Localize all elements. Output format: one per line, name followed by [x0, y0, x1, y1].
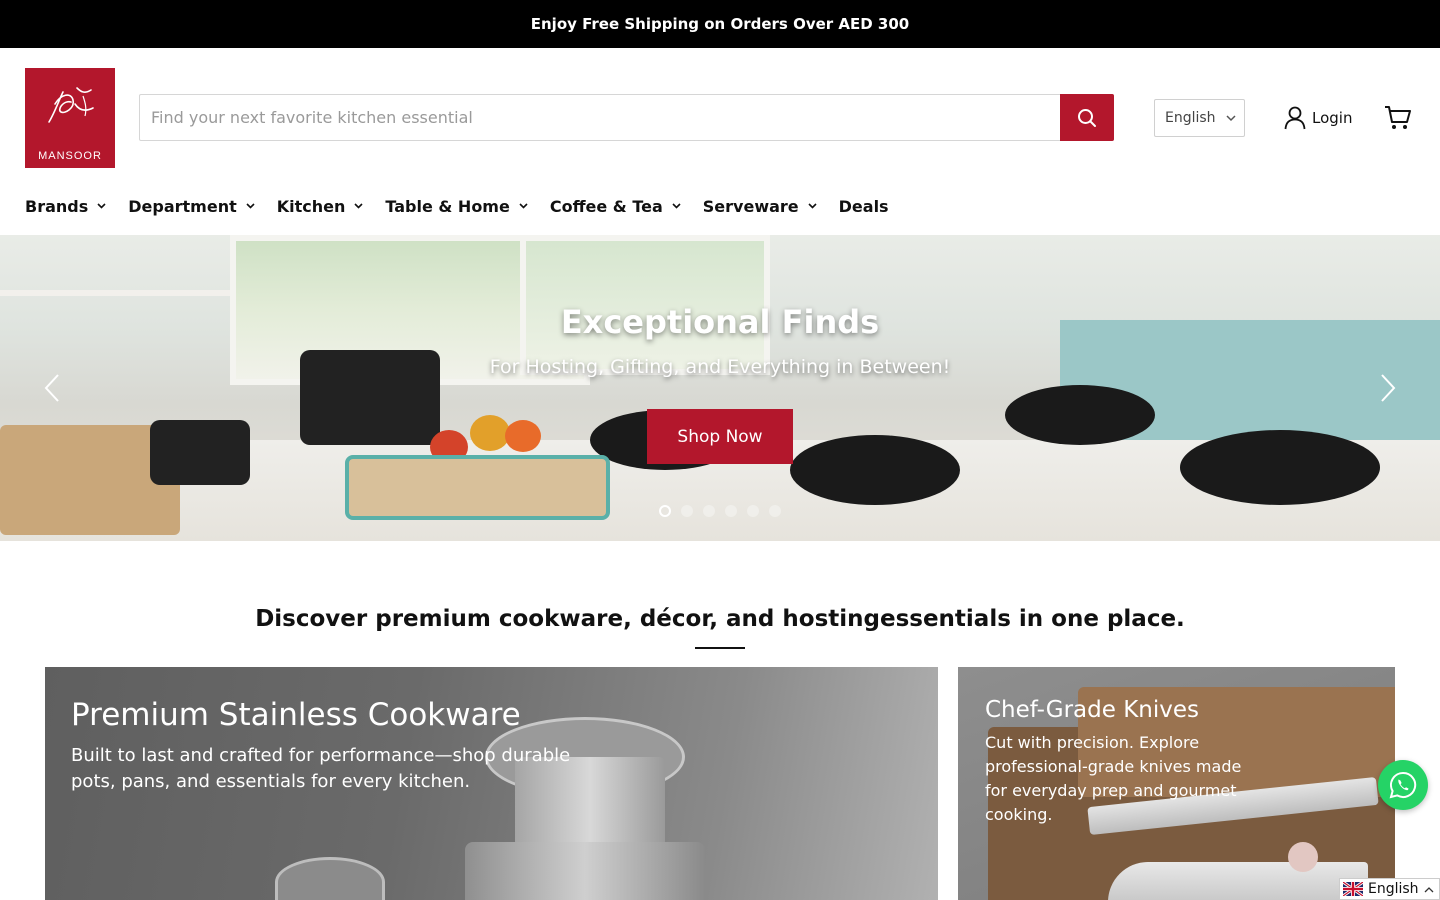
chevron-down-icon — [97, 203, 106, 209]
nav-item-label: Kitchen — [276, 196, 346, 216]
hero-slideshow: Exceptional Finds For Hosting, Gifting, … — [0, 235, 1440, 541]
hero-cutting-board-decor — [345, 455, 610, 520]
nav-item-table-home[interactable]: Table & Home — [385, 196, 528, 216]
chevron-down-icon — [672, 203, 681, 209]
chevron-right-icon — [1381, 374, 1396, 402]
chevron-down-icon — [1226, 114, 1236, 121]
nav-item-label: Serveware — [702, 196, 799, 216]
chevron-down-icon — [519, 203, 528, 209]
chevron-up-icon — [1424, 886, 1434, 892]
promo-card-title: Premium Stainless Cookware — [71, 697, 521, 733]
hero-pan-decor — [1180, 430, 1380, 505]
search-button[interactable] — [1060, 94, 1114, 141]
promo-card-description: Cut with precision. Explore professional… — [985, 733, 1242, 824]
promo-card-description: Built to last and crafted for performanc… — [71, 745, 571, 792]
login-label: Login — [1312, 109, 1353, 127]
brand-logo[interactable]: MANSOOR — [25, 68, 115, 168]
language-select[interactable]: English — [1154, 99, 1245, 137]
nav-item-label: Brands — [25, 196, 89, 216]
language-select-value: English — [1165, 110, 1216, 126]
promo-card-cookware[interactable]: Premium Stainless Cookware Built to last… — [45, 667, 938, 900]
section-tagline: Discover premium cookware, décor, and ho… — [255, 606, 1185, 632]
hero-pan-decor — [790, 435, 960, 505]
nav-item-label: Table & Home — [385, 196, 510, 216]
hero-pan-decor — [1005, 385, 1155, 445]
uk-flag-icon — [1343, 882, 1363, 896]
chevron-down-icon — [246, 203, 255, 209]
hero-prev-button[interactable] — [40, 372, 64, 404]
hero-dot[interactable] — [703, 505, 715, 517]
site-header: MANSOOR English Login — [0, 48, 1440, 188]
nav-item-deals[interactable]: Deals — [839, 197, 889, 216]
hero-dot[interactable] — [769, 505, 781, 517]
nav-item-department[interactable]: Department — [128, 196, 255, 216]
promo-card-title: Chef-Grade Knives — [985, 697, 1199, 723]
nav-item-label: Deals — [838, 196, 889, 216]
shop-now-button[interactable]: Shop Now — [647, 409, 793, 464]
nav-item-label: Department — [128, 196, 237, 216]
user-icon — [1284, 106, 1306, 130]
hero-pagination — [659, 505, 781, 517]
whatsapp-button[interactable] — [1378, 760, 1428, 810]
nav-item-label: Coffee & Tea — [549, 196, 663, 216]
logo-text: MANSOOR — [38, 150, 102, 162]
hero-subtitle: For Hosting, Gifting, and Everything in … — [489, 356, 951, 378]
cookware-image-decor — [275, 857, 385, 900]
chevron-down-icon — [808, 203, 817, 209]
nav-item-coffee-tea[interactable]: Coffee & Tea — [550, 197, 681, 216]
hero-tomato-decor — [505, 420, 541, 452]
hero-next-button[interactable] — [1376, 372, 1400, 404]
language-widget-label: English — [1368, 881, 1419, 897]
main-nav: Brands Department Kitchen Table & Home C… — [25, 188, 911, 224]
search-icon — [1078, 108, 1096, 127]
search-input[interactable] — [140, 95, 1060, 140]
search-bar — [139, 94, 1114, 141]
hero-pot-decor — [150, 420, 250, 485]
cookware-image-decor — [465, 842, 705, 900]
hero-dot[interactable] — [725, 505, 737, 517]
hero-shelf-decor — [0, 290, 230, 296]
hero-title: Exceptional Finds — [560, 303, 880, 341]
hero-dot[interactable] — [681, 505, 693, 517]
hero-dot[interactable] — [747, 505, 759, 517]
language-widget[interactable]: English — [1339, 878, 1440, 900]
announcement-bar: Enjoy Free Shipping on Orders Over AED 3… — [0, 0, 1440, 48]
tagline-divider — [695, 647, 745, 649]
promo-card-knives[interactable]: Chef-Grade Knives Cut with precision. Ex… — [958, 667, 1395, 900]
logo-script-icon — [48, 87, 94, 123]
whatsapp-icon — [1389, 771, 1417, 799]
login-link[interactable]: Login — [1284, 104, 1352, 132]
chevron-down-icon — [354, 203, 363, 209]
announcement-text: Enjoy Free Shipping on Orders Over AED 3… — [530, 15, 910, 33]
cart-button[interactable] — [1383, 104, 1413, 132]
knives-image-decor — [1288, 842, 1318, 872]
hero-tomato-decor — [470, 415, 510, 451]
nav-item-brands[interactable]: Brands — [25, 197, 106, 216]
chevron-left-icon — [44, 374, 59, 402]
hero-dot[interactable] — [659, 505, 671, 517]
nav-item-kitchen[interactable]: Kitchen — [277, 197, 364, 216]
knives-image-decor — [1108, 862, 1368, 900]
nav-item-serveware[interactable]: Serveware — [703, 197, 817, 216]
cart-icon — [1385, 106, 1411, 129]
